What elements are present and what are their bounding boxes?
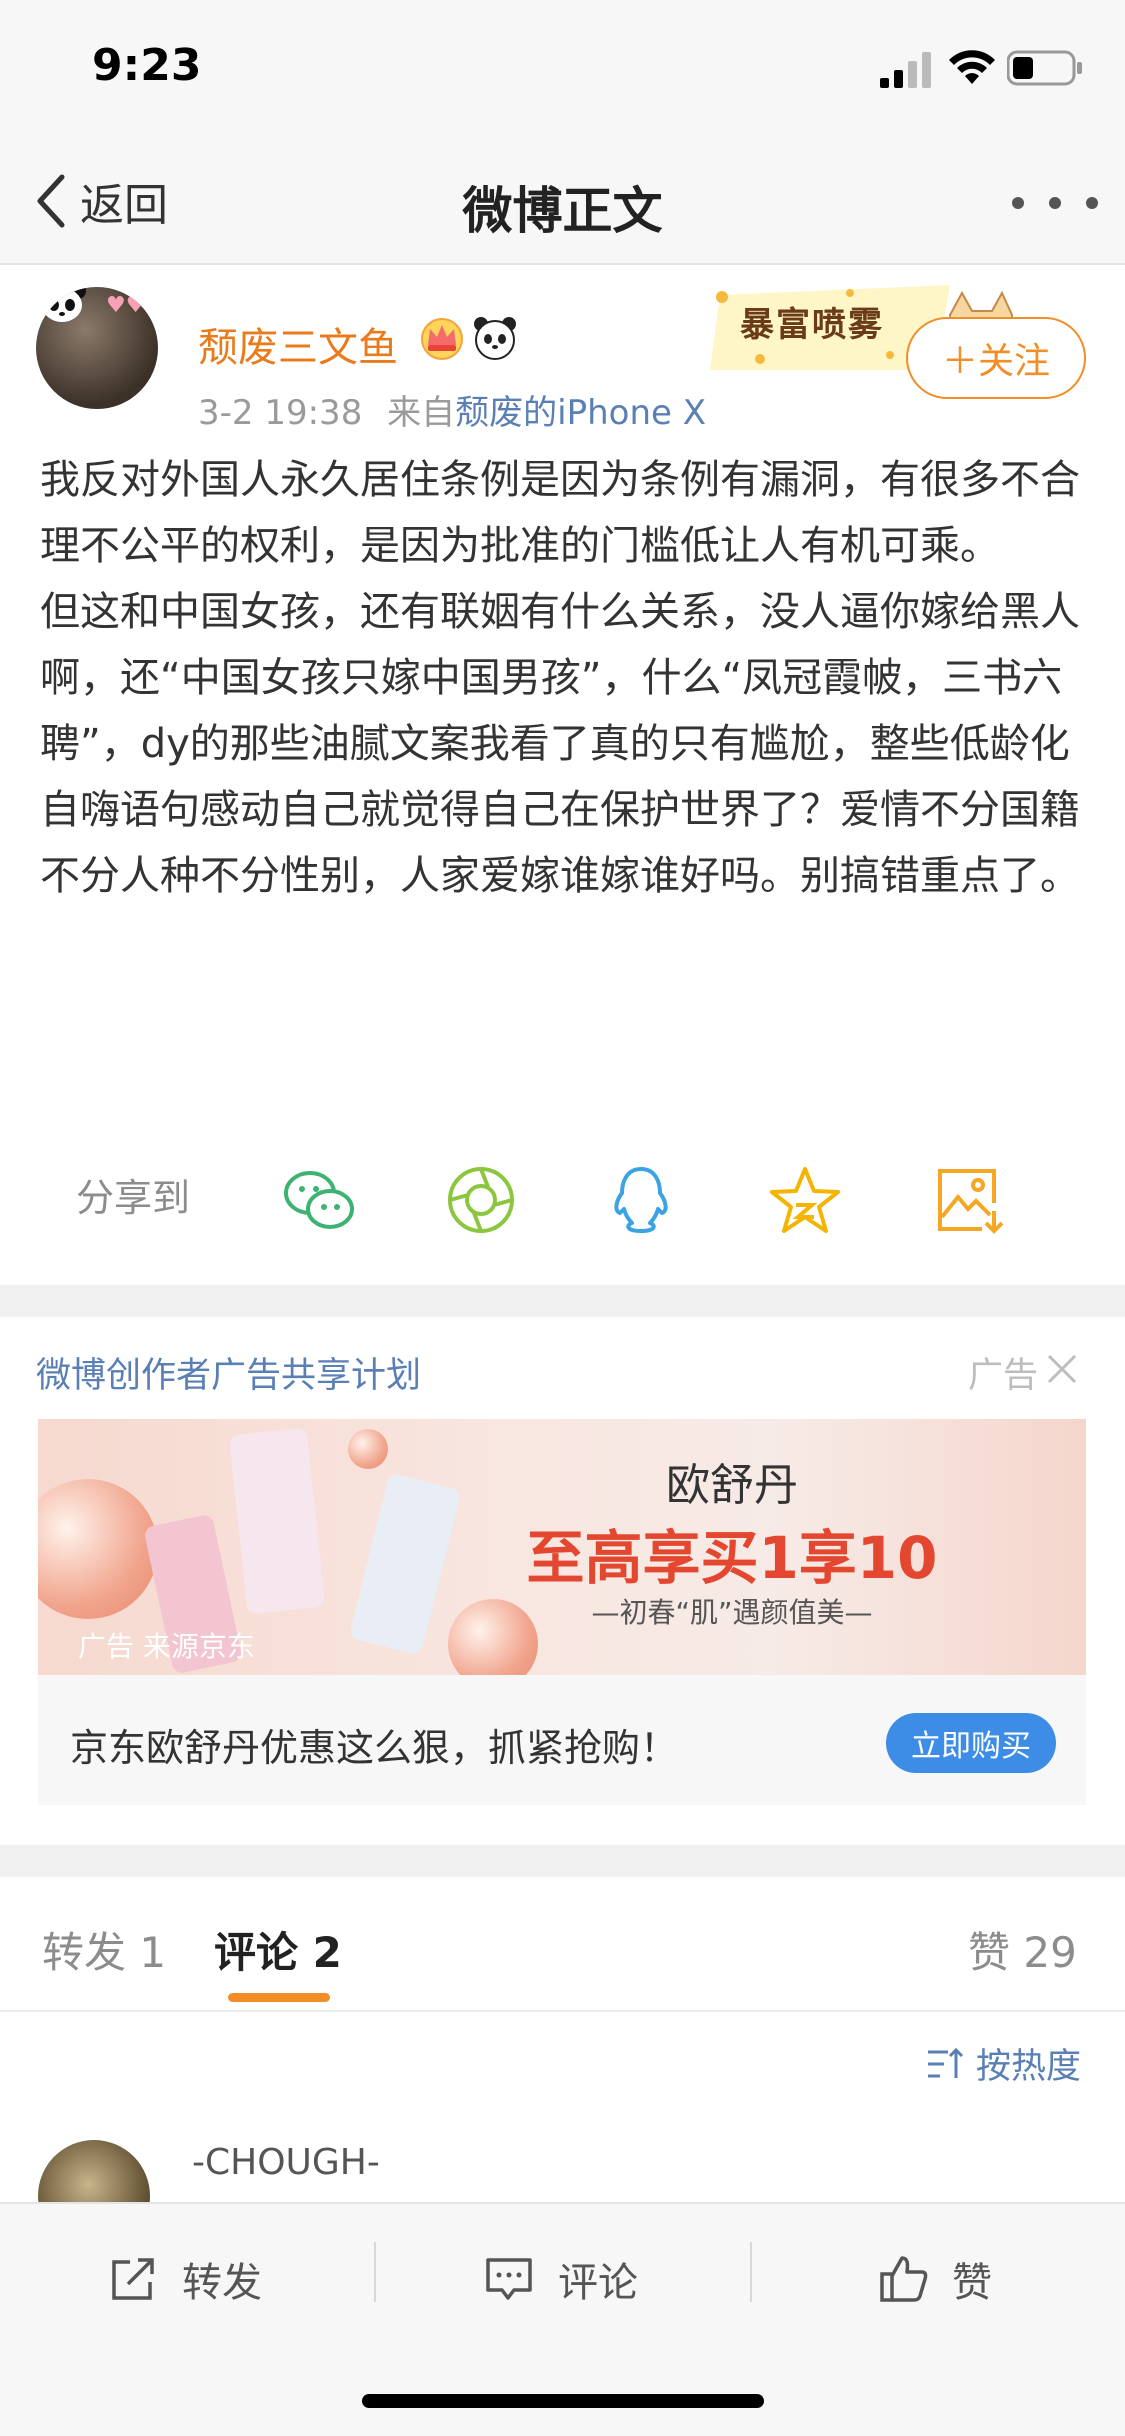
divider [374,2242,376,2302]
interaction-tabs: 转发 1 评论 2 赞 29 [0,1877,1125,2012]
post-source-link[interactable]: 颓废的iPhone X [455,393,706,433]
section-divider [0,1845,1125,1877]
comment-item[interactable]: -CHOUGH- [0,2122,1125,2202]
wechat-icon[interactable] [282,1163,356,1237]
comment-button[interactable]: 评论 [484,2244,638,2314]
banner-headline: 至高享买1享10 [526,1524,938,1592]
panda-badge-icon [474,317,516,360]
tab-reposts[interactable]: 转发 1 [42,1919,166,1980]
save-image-icon[interactable] [932,1163,1006,1237]
comment-icon [486,2258,532,2300]
repost-button[interactable]: 转发 [108,2244,262,2314]
sort-by-hot-button[interactable]: 按热度 [926,2038,1081,2089]
status-bar: 9:23 [0,0,1125,135]
wifi-icon [949,50,995,84]
commenter-avatar[interactable] [38,2140,150,2202]
like-button[interactable]: 赞 [878,2244,992,2314]
home-indicator [362,2394,764,2408]
sort-icon [928,2047,964,2078]
banner-brand: 欧舒丹 [666,1460,798,1511]
repost-icon [112,2258,154,2300]
qq-icon[interactable] [604,1163,678,1237]
buy-now-button[interactable]: 立即购买 [886,1713,1056,1773]
moments-icon[interactable] [444,1163,518,1237]
tab-comments[interactable]: 评论 2 [214,1919,342,1980]
post-meta: 3-2 19:38 来自颓废的iPhone X [198,385,706,434]
ad-plan-link[interactable]: 微博创作者广告共享计划 [36,1347,421,1398]
more-options-icon[interactable] [1010,195,1100,211]
decoration-text: 暴富喷雾 [740,305,884,345]
cellular-signal-icon [880,52,931,88]
post-timestamp: 3-2 19:38 [198,393,363,433]
battery-icon [1007,50,1082,86]
close-icon[interactable] [1046,1353,1078,1385]
commenter-name[interactable]: -CHOUGH- [192,2142,380,2183]
banner-source: 广告 来源京东 [78,1630,255,1663]
ad-card: 微博创作者广告共享计划 广告 欧舒丹 至高享买1享10 —初春“肌”遇颜值美— … [0,1317,1125,1845]
post-body: 我反对外国人永久居住条例是因为条例有漏洞，有很多不合理不公平的权利，是因为批准的… [40,447,1090,909]
active-tab-indicator [228,1993,330,2002]
ad-info-bar[interactable]: 京东欧舒丹优惠这么狠，抓紧抢购！ 立即购买 [38,1675,1086,1805]
favorite-star-icon[interactable] [768,1163,842,1237]
section-divider [0,1285,1125,1317]
author-avatar[interactable]: ♥♥ [36,287,158,409]
author-name[interactable]: 颓废三文鱼 [198,315,398,373]
ad-label: 广告 [968,1356,1039,1396]
repost-label: 转发 [182,2260,262,2306]
post-paragraph: 我反对外国人永久居住条例是因为条例有漏洞，有很多不合理不公平的权利，是因为批准的… [40,457,1080,569]
share-label: 分享到 [76,1176,191,1220]
like-label: 赞 [952,2260,992,2306]
ad-description: 京东欧舒丹优惠这么狠，抓紧抢购！ [70,1726,679,1770]
vip-crown-icon[interactable] [418,315,466,361]
ad-banner-image[interactable]: 欧舒丹 至高享买1享10 —初春“肌”遇颜值美— 广告 来源京东 [38,1419,1086,1675]
share-row: 分享到 [0,1125,1125,1255]
source-prefix: 来自 [387,393,456,433]
tab-likes[interactable]: 赞 29 [968,1919,1077,1980]
sort-label: 按热度 [976,2047,1082,2087]
follow-button[interactable]: ＋关注 [906,317,1086,399]
post-paragraph: 但这和中国女孩，还有联姻有什么关系，没人逼你嫁给黑人啊，还“中国女孩只嫁中国男孩… [40,589,1080,899]
comment-label: 评论 [558,2260,638,2306]
post-card: ♥♥ 颓废三文鱼 3-2 19:38 来自颓废的iPhone X 暴富喷雾 ＋关… [0,265,1125,1285]
page-title: 微博正文 [462,182,663,240]
panda-sticker-icon [38,287,86,322]
nav-bar: 返回 微博正文 [0,135,1125,265]
divider [750,2242,752,2302]
thumbs-up-icon [880,2256,928,2302]
status-time: 9:23 [92,40,202,91]
hearts-icon: ♥♥ [106,293,146,318]
